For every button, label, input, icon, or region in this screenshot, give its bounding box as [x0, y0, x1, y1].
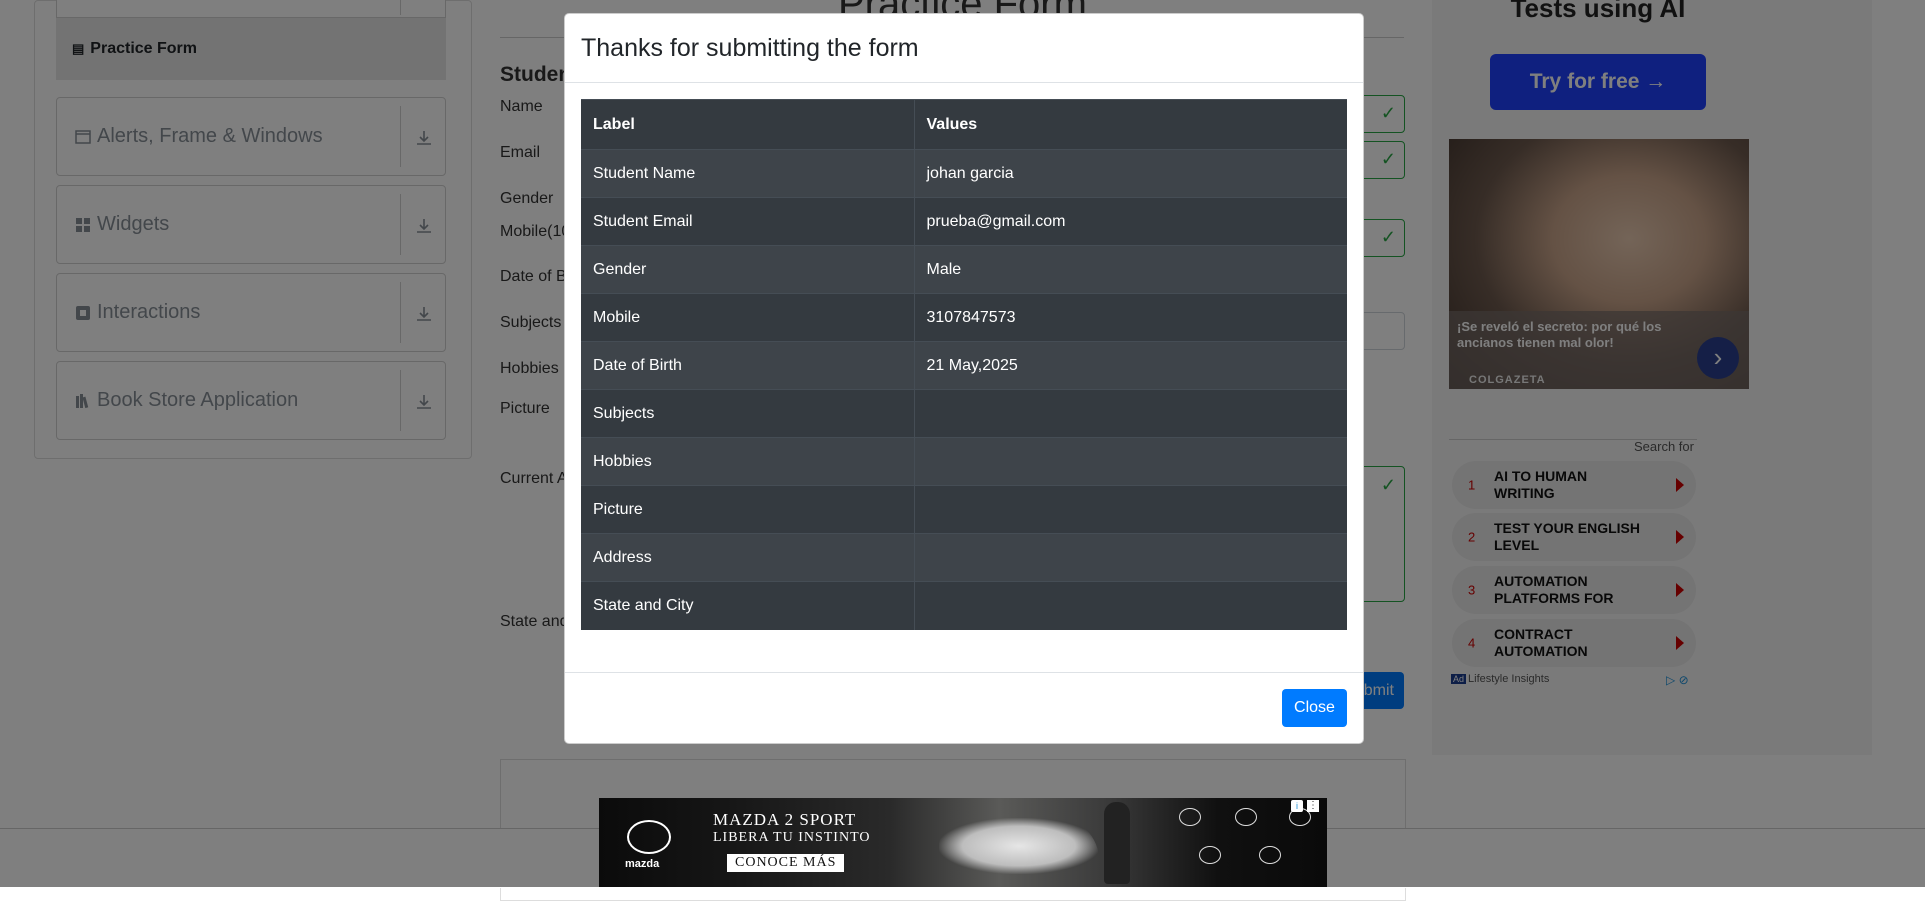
feature-icon [1179, 808, 1201, 826]
table-row: Student Name johan garcia [581, 149, 1347, 198]
modal-footer-divider [565, 672, 1363, 673]
table-row: Gender Male [581, 245, 1347, 294]
row-label: Student Email [581, 197, 915, 246]
person-image [1104, 802, 1130, 884]
feature-icon [1199, 846, 1221, 864]
table-row: Mobile 3107847573 [581, 293, 1347, 342]
row-value: johan garcia [914, 149, 1347, 198]
mazda-logo-icon [627, 820, 671, 854]
modal-title: Thanks for submitting the form [581, 34, 919, 62]
table-row: Student Email prueba@gmail.com [581, 197, 1347, 246]
row-value: 3107847573 [914, 293, 1347, 342]
table-row: Subjects [581, 389, 1347, 438]
ad-info-icon[interactable]: i [1291, 800, 1303, 812]
close-button[interactable]: Close [1282, 689, 1347, 727]
row-value [914, 437, 1347, 486]
banner-headline: MAZDA 2 SPORT [713, 810, 857, 829]
row-label: Mobile [581, 293, 915, 342]
row-label: Hobbies [581, 437, 915, 486]
row-value: prueba@gmail.com [914, 197, 1347, 246]
table-row: Hobbies [581, 437, 1347, 486]
results-table: Label Values Student Name johan garcia St… [581, 99, 1347, 630]
banner-cta-button[interactable]: CONOCE MÁS [727, 854, 845, 872]
car-image [939, 818, 1099, 874]
banner-brand: mazda [625, 858, 660, 870]
banner-tagline: LIBERA TU INSTINTO [713, 830, 871, 845]
table-row: Address [581, 533, 1347, 582]
modal-header-divider [565, 82, 1363, 83]
row-value [914, 485, 1347, 534]
row-label: Date of Birth [581, 341, 915, 390]
column-header-values: Values [914, 99, 1347, 150]
feature-icon [1259, 846, 1281, 864]
feature-icon [1235, 808, 1257, 826]
row-label: State and City [581, 581, 915, 630]
table-row: Date of Birth 21 May,2025 [581, 341, 1347, 390]
row-value: Male [914, 245, 1347, 294]
row-value [914, 533, 1347, 582]
row-label: Gender [581, 245, 915, 294]
row-label: Subjects [581, 389, 915, 438]
row-label: Address [581, 533, 915, 582]
table-row: State and City [581, 581, 1347, 630]
column-header-label: Label [581, 99, 915, 150]
row-value [914, 389, 1347, 438]
mazda-banner-ad[interactable]: mazda MAZDA 2 SPORT LIBERA TU INSTINTO C… [599, 798, 1327, 887]
row-label: Student Name [581, 149, 915, 198]
table-header-row: Label Values [581, 99, 1347, 150]
ad-menu-icon[interactable]: ⋮ [1307, 800, 1319, 812]
row-label: Picture [581, 485, 915, 534]
table-row: Picture [581, 485, 1347, 534]
row-value [914, 581, 1347, 630]
submission-modal: Thanks for submitting the form Label Val… [564, 13, 1364, 744]
row-value: 21 May,2025 [914, 341, 1347, 390]
